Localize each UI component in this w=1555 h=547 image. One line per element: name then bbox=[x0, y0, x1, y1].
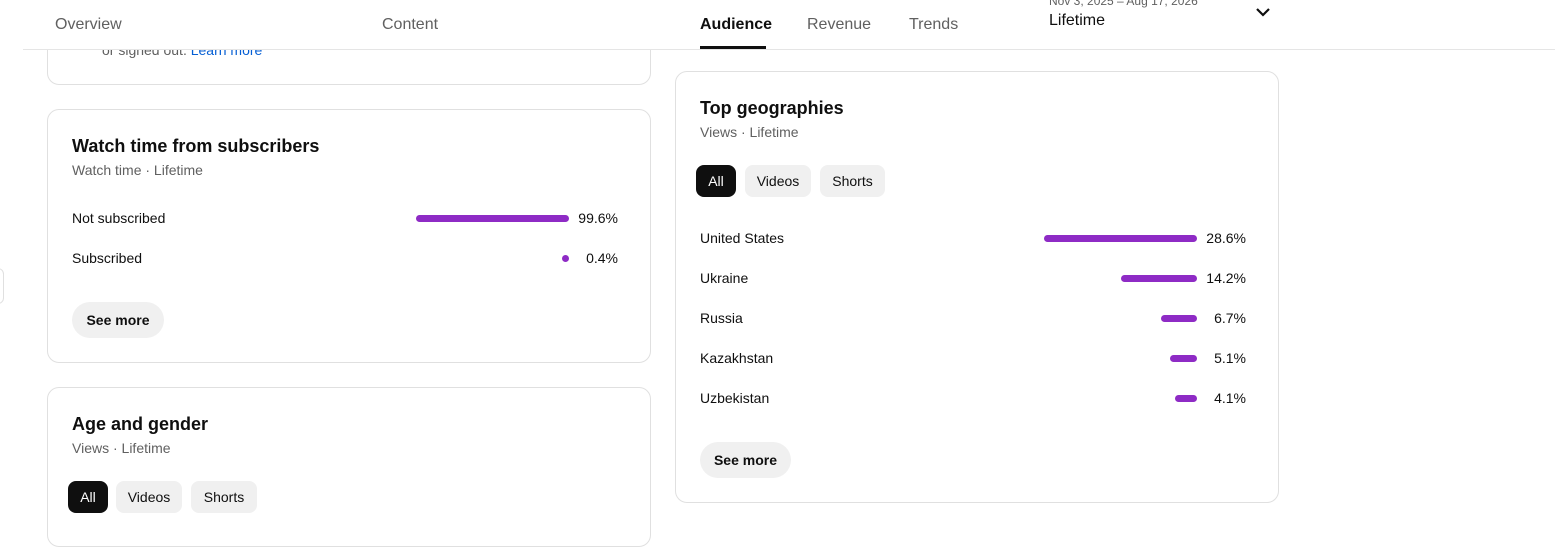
geographies-card: Top geographies Views · Lifetime All Vid… bbox=[675, 71, 1279, 503]
geographies-chip-shorts[interactable]: Shorts bbox=[820, 165, 885, 197]
chevron-down-icon bbox=[1256, 8, 1270, 17]
age-gender-chip-all[interactable]: All bbox=[68, 481, 108, 513]
geography-row-label: United States bbox=[700, 230, 785, 246]
age-gender-chip-shorts[interactable]: Shorts bbox=[191, 481, 257, 513]
geographies-chip-videos[interactable]: Videos bbox=[745, 165, 811, 197]
geographies-see-more-button[interactable]: See more bbox=[700, 442, 791, 478]
geography-row-value: 28.6% bbox=[1206, 230, 1246, 246]
geography-row-label: Uzbekistan bbox=[700, 390, 770, 406]
subscriber-row-value: 99.6% bbox=[578, 210, 618, 226]
geographies-chip-all[interactable]: All bbox=[696, 165, 736, 197]
tab-content[interactable]: Content bbox=[382, 16, 438, 34]
age-gender-card: Age and gender Views · Lifetime All Vide… bbox=[47, 387, 651, 547]
geography-row-value: 5.1% bbox=[1214, 350, 1246, 366]
geography-row-value: 4.1% bbox=[1214, 390, 1246, 406]
tab-trends[interactable]: Trends bbox=[909, 16, 958, 34]
geographies-card-title: Top geographies bbox=[700, 98, 844, 118]
subscriber-row-bar bbox=[416, 215, 569, 222]
date-range-selector[interactable]: Nov 3, 2025 – Aug 17, 2026 Lifetime bbox=[1049, 0, 1289, 34]
age-gender-card-title: Age and gender bbox=[72, 414, 209, 434]
subscribers-card-title: Watch time from subscribers bbox=[72, 136, 320, 156]
geographies-card-subtitle: Views · Lifetime bbox=[700, 124, 799, 140]
analytics-tab-bar: Overview Content Audience Revenue Trends… bbox=[0, 0, 1555, 50]
side-panel-handle[interactable] bbox=[0, 268, 4, 304]
subscriber-row-label: Subscribed bbox=[72, 250, 143, 266]
geography-row-bar bbox=[1044, 235, 1197, 242]
tab-overview[interactable]: Overview bbox=[55, 16, 122, 34]
geography-row-label: Russia bbox=[700, 310, 743, 326]
date-range-dates: Nov 3, 2025 – Aug 17, 2026 bbox=[1049, 0, 1198, 8]
date-range-label: Lifetime bbox=[1049, 12, 1106, 29]
subscribers-card-subtitle: Watch time · Lifetime bbox=[72, 162, 203, 178]
geography-row-label: Ukraine bbox=[700, 270, 749, 286]
age-gender-chip-videos[interactable]: Videos bbox=[116, 481, 182, 513]
tab-bar-divider bbox=[23, 49, 1555, 50]
tab-audience[interactable]: Audience bbox=[700, 16, 772, 34]
subscribers-see-more-button[interactable]: See more bbox=[72, 302, 164, 338]
tab-revenue[interactable]: Revenue bbox=[807, 16, 871, 34]
age-gender-card-subtitle: Views · Lifetime bbox=[72, 440, 171, 456]
geography-row-label: Kazakhstan bbox=[700, 350, 774, 366]
subscribers-card: Watch time from subscribers Watch time ·… bbox=[47, 109, 651, 363]
geography-row-value: 14.2% bbox=[1206, 270, 1246, 286]
geography-row-value: 6.7% bbox=[1214, 310, 1246, 326]
subscriber-row-label: Not subscribed bbox=[72, 210, 166, 226]
subscriber-row-value: 0.4% bbox=[586, 250, 618, 266]
